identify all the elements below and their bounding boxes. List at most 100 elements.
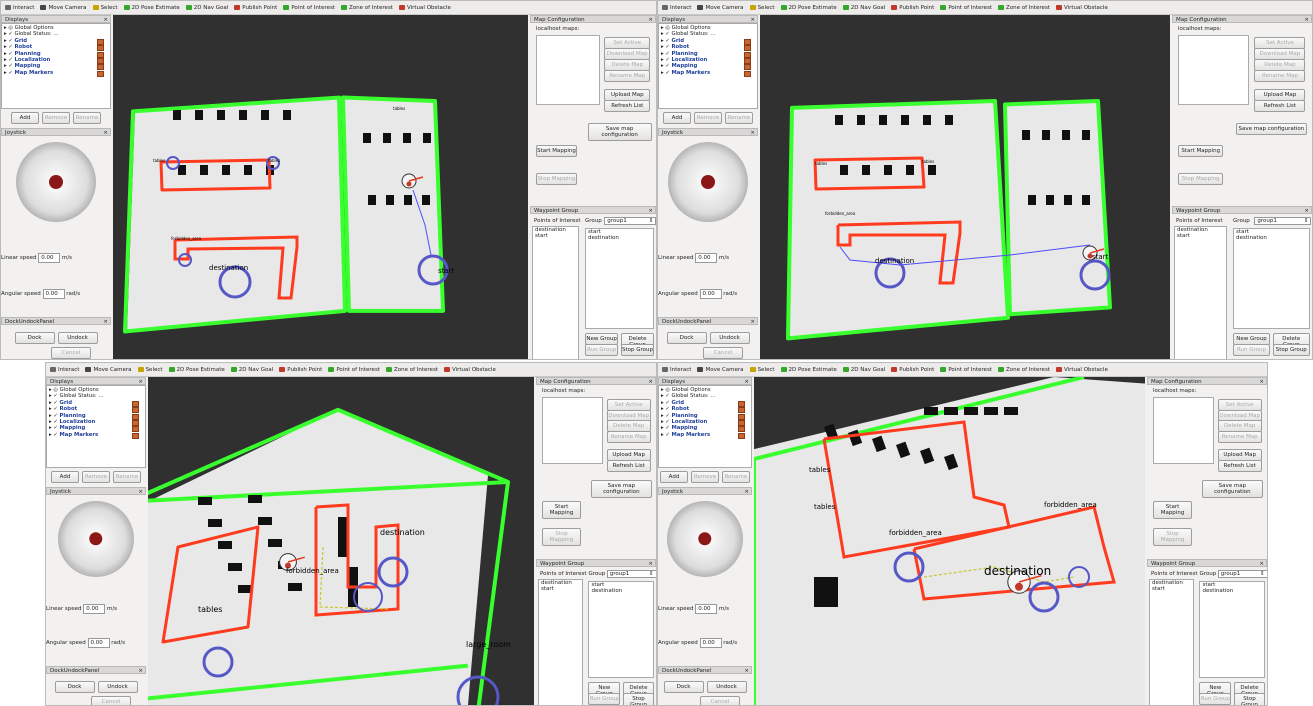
toolbar-item-interact[interactable]: Interact [5, 5, 34, 11]
refresh-list-button[interactable]: Refresh List [604, 100, 651, 112]
undock-button[interactable]: Undock [706, 680, 747, 693]
toolbar-item-2d-nav-goal[interactable]: 2D Nav Goal [842, 5, 885, 11]
toolbar-item-point-of-interest[interactable]: Point of Interest [940, 5, 992, 11]
close-icon[interactable]: × [138, 488, 143, 496]
toolbar-item-zone-of-interest[interactable]: Zone of Interest [997, 5, 1050, 11]
run-group-button[interactable]: Run Group [1233, 343, 1270, 356]
run-group-button[interactable]: Run Group [585, 343, 619, 356]
remove-button[interactable]: Remove [691, 470, 719, 483]
group-select[interactable]: group1 ⇕ [1217, 570, 1267, 579]
group-select[interactable]: group1 ⇕ [606, 570, 656, 579]
rename-button[interactable]: Rename [73, 112, 101, 124]
add-button[interactable]: Add [660, 470, 688, 483]
group-list[interactable]: start destination [585, 227, 655, 329]
joystick-pad[interactable] [57, 500, 135, 578]
toolbar-item-2d-pose-estimate[interactable]: 2D Pose Estimate [780, 5, 837, 11]
display-enabled-checkbox[interactable] [744, 64, 751, 71]
save-map-configuration-button[interactable]: Save map configuration [1235, 123, 1307, 135]
joystick-pad[interactable] [16, 142, 96, 222]
toolbar-item-publish-point[interactable]: Publish Point [279, 367, 322, 373]
3d-viewport[interactable]: tables tables tables forbidden_area start des… [113, 15, 528, 359]
close-icon[interactable]: × [648, 560, 653, 568]
close-icon[interactable]: × [1304, 207, 1309, 215]
poi-list[interactable]: destination start [538, 579, 584, 705]
maps-list[interactable] [536, 35, 600, 105]
stop-group-button[interactable]: Stop Group [1272, 343, 1310, 356]
undock-button[interactable]: Undock [57, 332, 98, 345]
start-mapping-button[interactable]: Start Mapping [1178, 144, 1224, 157]
display-enabled-checkbox[interactable] [744, 58, 751, 64]
save-map-configuration-button[interactable]: Save map configuration [590, 480, 652, 499]
map-canvas[interactable]: forbidden_areatables destination large_roo… [148, 377, 534, 705]
rename-button[interactable]: Rename [722, 470, 750, 483]
display-enabled-checkbox[interactable] [738, 420, 745, 426]
display-item[interactable]: ▸ ✓ Map Markers [4, 70, 108, 76]
joystick-knob[interactable] [698, 532, 712, 546]
group-item[interactable]: destination [586, 235, 653, 241]
toolbar-item-2d-nav-goal[interactable]: 2D Nav Goal [230, 367, 273, 373]
toolbar-item-2d-pose-estimate[interactable]: 2D Pose Estimate [780, 367, 837, 373]
poi-list[interactable]: destination start [1174, 225, 1227, 359]
display-enabled-checkbox[interactable] [132, 407, 139, 414]
display-enabled-checkbox[interactable] [744, 38, 751, 45]
toolbar-item-move-camera[interactable]: Move Camera [40, 5, 87, 11]
stop-group-button[interactable]: Stop Group [1233, 692, 1266, 705]
close-icon[interactable]: × [1259, 560, 1264, 568]
angular-speed-value[interactable]: 0.00 [87, 638, 110, 649]
display-enabled-checkbox[interactable] [132, 432, 139, 439]
dock-button[interactable]: Dock [54, 680, 95, 693]
display-enabled-checkbox[interactable] [97, 64, 104, 71]
cancel-button[interactable]: Cancel [51, 347, 91, 359]
maps-list[interactable] [542, 397, 603, 465]
linear-speed-value[interactable]: 0.00 [695, 604, 718, 615]
display-enabled-checkbox[interactable] [97, 38, 104, 45]
close-icon[interactable]: × [648, 207, 653, 215]
toolbar-item-select[interactable]: Select [749, 5, 775, 11]
display-enabled-checkbox[interactable] [744, 45, 751, 52]
toolbar-item-move-camera[interactable]: Move Camera [697, 5, 744, 11]
toolbar-item-2d-pose-estimate[interactable]: 2D Pose Estimate [123, 5, 180, 11]
angular-speed-value[interactable]: 0.00 [42, 288, 65, 299]
poi-list[interactable]: destination start [532, 225, 580, 359]
remove-button[interactable]: Remove [694, 112, 722, 124]
start-mapping-button[interactable]: Start Mapping [542, 500, 582, 519]
display-item[interactable]: ▸ ✓ Map Markers [661, 70, 755, 76]
3d-viewport[interactable]: tables tables forbidden_area destination for… [754, 377, 1145, 705]
display-item[interactable]: ▸ ✓ Map Markers [661, 432, 749, 438]
cancel-button[interactable]: Cancel [700, 695, 740, 705]
close-icon[interactable]: × [648, 378, 653, 386]
poi-item[interactable]: start [1150, 586, 1193, 592]
display-enabled-checkbox[interactable] [97, 70, 104, 77]
joystick-pad[interactable] [666, 500, 744, 578]
close-icon[interactable]: × [1259, 378, 1264, 386]
display-enabled-checkbox[interactable] [132, 426, 139, 433]
toolbar-item-move-camera[interactable]: Move Camera [85, 367, 132, 373]
display-enabled-checkbox[interactable] [744, 70, 751, 77]
start-mapping-button[interactable]: Start Mapping [536, 144, 577, 157]
close-icon[interactable]: × [1304, 16, 1309, 24]
maps-list[interactable] [1178, 35, 1249, 105]
toolbar-item-point-of-interest[interactable]: Point of Interest [283, 5, 335, 11]
undock-button[interactable]: Undock [97, 680, 138, 693]
toolbar-item-virtual-obstacle[interactable]: Virtual Obstacle [398, 5, 451, 11]
toolbar-item-point-of-interest[interactable]: Point of Interest [940, 367, 992, 373]
toolbar-item-select[interactable]: Select [749, 367, 775, 373]
close-icon[interactable]: × [744, 667, 749, 675]
joystick-pad[interactable] [668, 142, 748, 222]
cancel-button[interactable]: Cancel [703, 347, 743, 359]
remove-button[interactable]: Remove [82, 470, 110, 483]
group-item[interactable]: destination [589, 588, 653, 594]
toolbar-item-virtual-obstacle[interactable]: Virtual Obstacle [1055, 367, 1108, 373]
toolbar-item-zone-of-interest[interactable]: Zone of Interest [997, 367, 1050, 373]
group-list[interactable]: start destination [1233, 227, 1310, 329]
close-icon[interactable]: × [138, 667, 143, 675]
3d-viewport[interactable]: forbidden_area tables destination large_roo… [148, 377, 534, 705]
save-map-configuration-button[interactable]: Save map configuration [587, 123, 652, 141]
toolbar-item-virtual-obstacle[interactable]: Virtual Obstacle [443, 367, 496, 373]
joystick-knob[interactable] [49, 175, 63, 189]
toolbar-item-point-of-interest[interactable]: Point of Interest [328, 367, 380, 373]
toolbar-item-publish-point[interactable]: Publish Point [891, 5, 934, 11]
toolbar-item-interact[interactable]: Interact [50, 367, 79, 373]
group-list[interactable]: start destination [588, 581, 655, 678]
toolbar-item-interact[interactable]: Interact [662, 367, 691, 373]
